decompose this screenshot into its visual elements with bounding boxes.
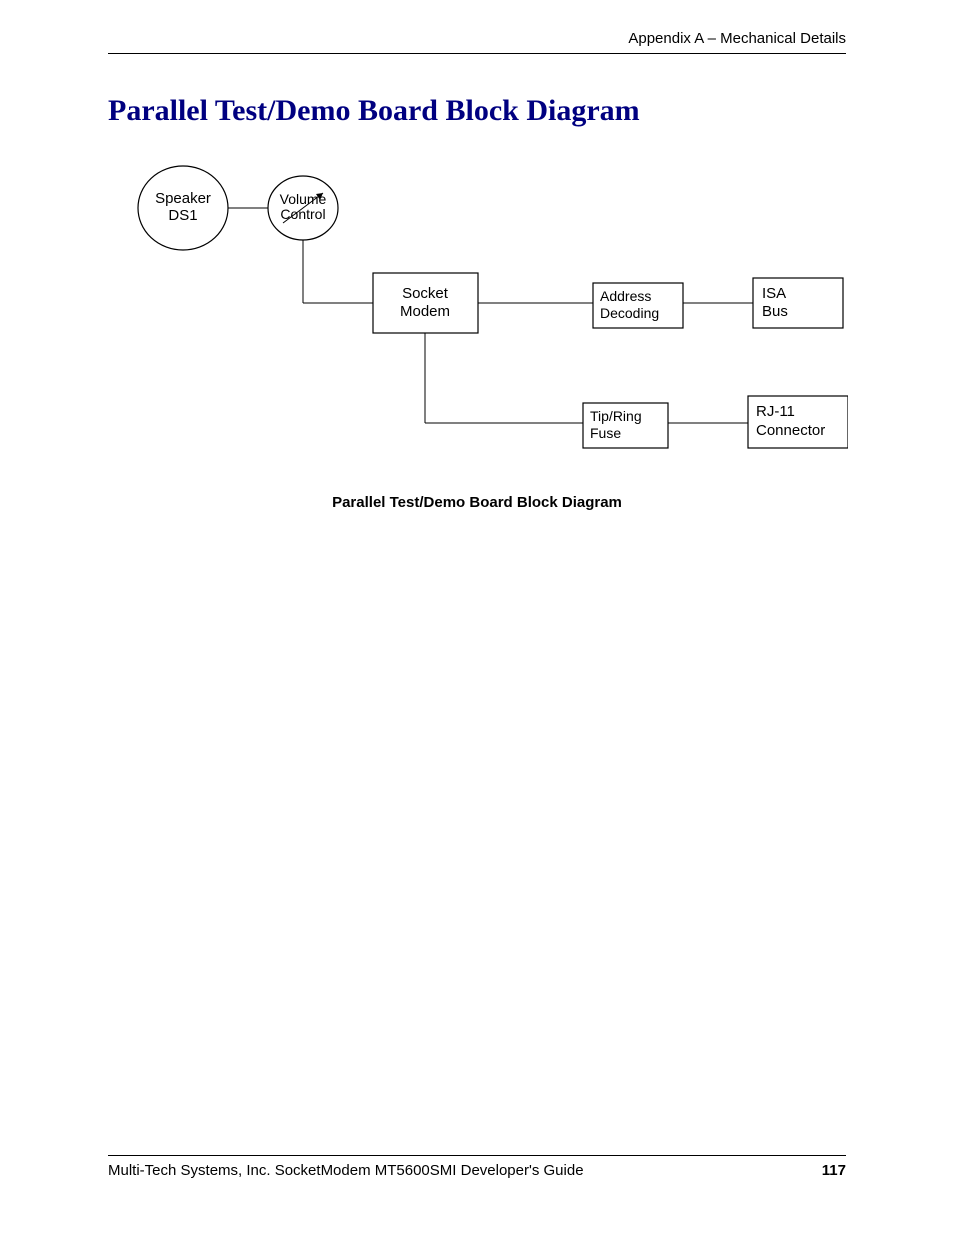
footer-text: Multi-Tech Systems, Inc. SocketModem MT5… [108, 1162, 584, 1179]
speaker-label-1: Speaker [155, 190, 211, 207]
tip-label-1: Tip/Ring [590, 408, 642, 424]
page-title: Parallel Test/Demo Board Block Diagram [108, 94, 846, 128]
socket-label-2: Modem [400, 303, 450, 320]
address-label-1: Address [600, 288, 651, 304]
isa-label-1: ISA [762, 285, 786, 302]
speaker-label-2: DS1 [168, 207, 197, 224]
address-label-2: Decoding [600, 305, 659, 321]
tip-label-2: Fuse [590, 425, 621, 441]
diagram-caption: Parallel Test/Demo Board Block Diagram [108, 494, 846, 511]
block-diagram: Speaker DS1 Volume Control Socket Modem … [108, 148, 848, 478]
header-text: Appendix A – Mechanical Details [108, 30, 846, 54]
rj-label-1: RJ-11 [756, 403, 795, 420]
socket-label-1: Socket [402, 285, 449, 302]
page-footer: Multi-Tech Systems, Inc. SocketModem MT5… [108, 1155, 846, 1179]
rj-label-2: Connector [756, 422, 825, 439]
isa-label-2: Bus [762, 303, 788, 320]
page-number: 117 [822, 1162, 846, 1179]
